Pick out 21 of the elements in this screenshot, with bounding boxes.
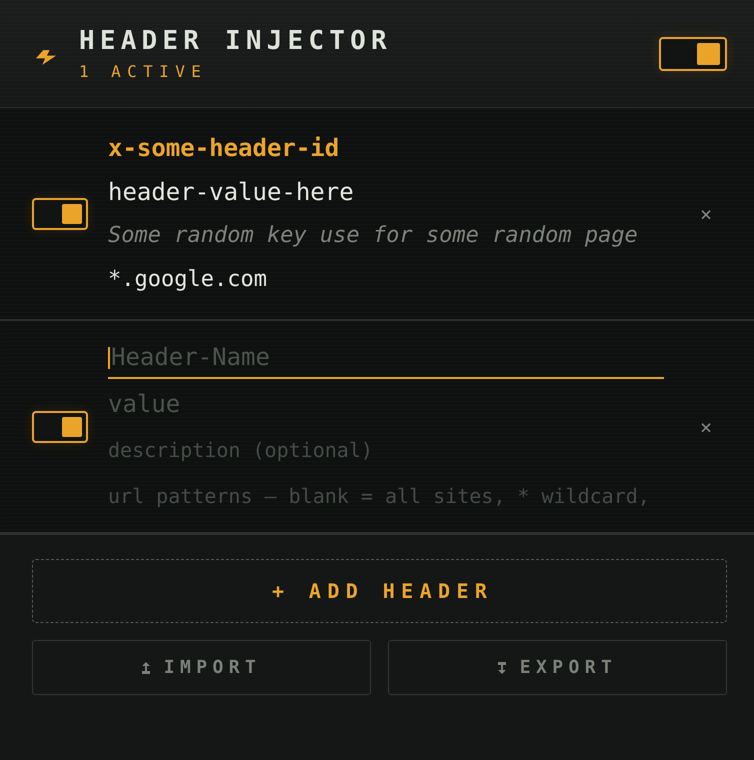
description-field[interactable]: description (optional) [108, 428, 664, 470]
export-button[interactable]: EXPORT [388, 640, 727, 695]
header-name-field[interactable]: Header-Name [108, 336, 664, 378]
url-pattern: *.google.com [108, 266, 267, 294]
lightning-bolt-icon [35, 50, 57, 65]
add-header-button[interactable]: + ADD HEADER [32, 559, 727, 623]
import-button[interactable]: IMPORT [32, 640, 371, 695]
download-arrow-icon [498, 662, 506, 674]
header-description: Some random key use for some random page [108, 222, 638, 250]
header-value: header-value-here [108, 176, 354, 208]
active-count: 1 ACTIVE [79, 62, 208, 82]
url-patterns-field[interactable]: url patterns — blank = all sites, * wildcard, [108, 474, 664, 516]
rule-toggle[interactable] [32, 410, 88, 442]
rule-toggle[interactable] [32, 198, 88, 230]
remove-button[interactable]: × [694, 200, 718, 228]
master-toggle[interactable] [659, 36, 727, 70]
upload-arrow-icon [142, 662, 150, 674]
app-title: HEADER INJECTOR [79, 26, 392, 56]
header-value-field[interactable]: value [108, 382, 664, 424]
remove-button[interactable]: × [694, 412, 718, 440]
header-name: x-some-header-id [108, 132, 340, 164]
